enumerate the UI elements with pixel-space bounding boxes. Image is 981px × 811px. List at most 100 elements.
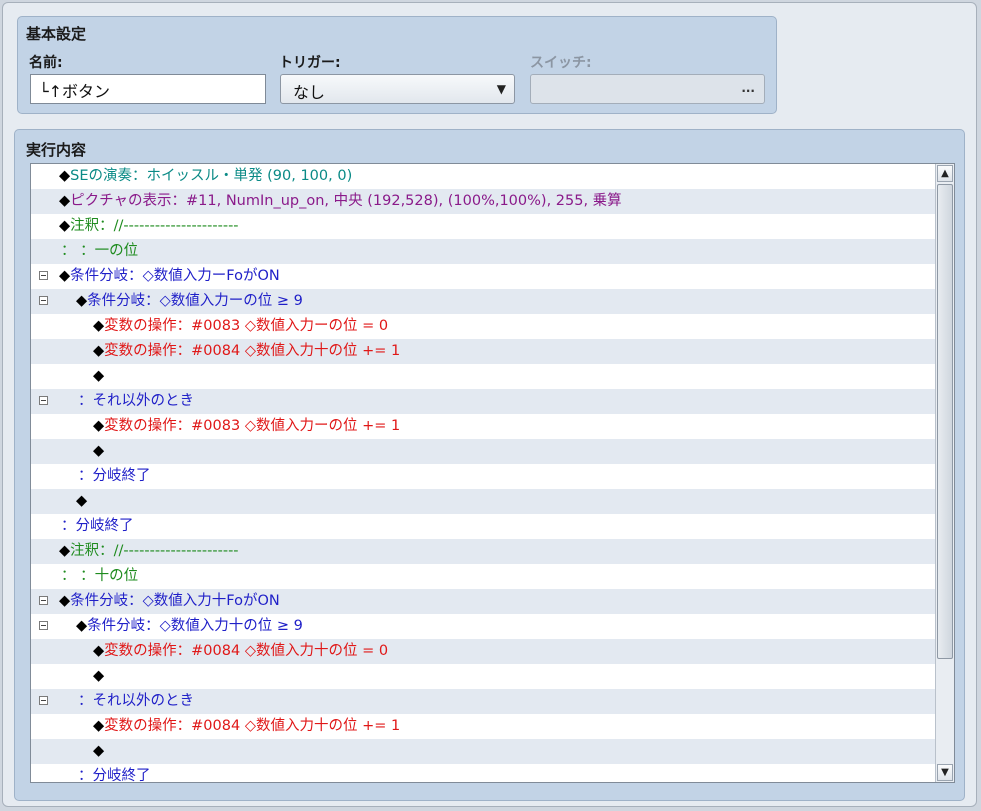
command-row[interactable]: ◆変数の操作：#0084 ◇数値入力十の位 += 1 bbox=[31, 714, 935, 739]
command-segment: 変数の操作：#0084 ◇数値入力十の位 += 1 bbox=[104, 718, 401, 734]
command-segment: ：分岐終了 bbox=[61, 518, 134, 534]
command-row[interactable]: ： ：十の位 bbox=[31, 564, 935, 589]
command-row[interactable]: ◆ bbox=[31, 439, 935, 464]
command-bullet-icon: ◆ bbox=[59, 218, 71, 234]
collapse-toggle-icon[interactable] bbox=[39, 271, 48, 280]
command-segment: ： ：十の位 bbox=[61, 568, 139, 584]
command-row[interactable]: ：それ以外のとき bbox=[31, 689, 935, 714]
command-text: ：それ以外のとき bbox=[78, 389, 194, 414]
command-bullet-icon: ◆ bbox=[93, 318, 105, 334]
command-text: ◆注釈：//---------------------- bbox=[59, 214, 239, 239]
collapse-toggle-icon[interactable] bbox=[39, 596, 48, 605]
command-segment: SEの演奏：ホイッスル・単発 (90, 100, 0) bbox=[70, 168, 353, 184]
vertical-scrollbar[interactable]: ▲ ▼ bbox=[935, 164, 954, 782]
command-row[interactable]: ◆条件分岐：◇数値入力ーの位 ≥ 9 bbox=[31, 289, 935, 314]
command-text: ◆変数の操作：#0083 ◇数値入力ーの位 = 0 bbox=[93, 314, 388, 339]
collapse-toggle-icon[interactable] bbox=[39, 396, 48, 405]
trigger-label: トリガー: bbox=[279, 55, 341, 71]
command-text: ◆ bbox=[93, 664, 104, 689]
command-row[interactable]: ： ：一の位 bbox=[31, 239, 935, 264]
command-row[interactable]: ◆条件分岐：◇数値入力十の位 ≥ 9 bbox=[31, 614, 935, 639]
collapse-toggle-icon[interactable] bbox=[39, 296, 48, 305]
switch-selector[interactable]: ... bbox=[530, 74, 765, 104]
scroll-up-icon[interactable]: ▲ bbox=[937, 165, 953, 182]
command-row[interactable]: ◆注釈：//---------------------- bbox=[31, 539, 935, 564]
command-text: ◆SEの演奏：ホイッスル・単発 (90, 100, 0) bbox=[59, 164, 352, 189]
command-segment: ： ：一の位 bbox=[61, 243, 139, 259]
command-row[interactable]: ◆変数の操作：#0084 ◇数値入力十の位 += 1 bbox=[31, 339, 935, 364]
command-text: ◆ bbox=[76, 489, 87, 514]
command-text: ◆条件分岐：◇数値入力ーFoがON bbox=[59, 264, 280, 289]
switch-label: スイッチ: bbox=[530, 55, 592, 71]
command-text: ◆ bbox=[93, 739, 104, 764]
command-segment: 変数の操作：#0083 ◇数値入力ーの位 = 0 bbox=[104, 318, 389, 334]
event-editor-panel: 基本設定 名前: └↑ボタン トリガー: なし ▼ スイッチ: ... 実行内容… bbox=[2, 2, 977, 807]
command-text: ◆変数の操作：#0083 ◇数値入力ーの位 += 1 bbox=[93, 414, 400, 439]
command-segment: 条件分岐：◇数値入力ーFoがON bbox=[70, 268, 280, 284]
command-row[interactable]: ◆注釈：//---------------------- bbox=[31, 214, 935, 239]
command-text: ◆変数の操作：#0084 ◇数値入力十の位 += 1 bbox=[93, 714, 400, 739]
command-segment: 注釈：//---------------------- bbox=[70, 543, 239, 559]
command-segment: 変数の操作：#0083 ◇数値入力ーの位 += 1 bbox=[104, 418, 401, 434]
command-row[interactable]: ◆ピクチャの表示：#11, NumIn_up_on, 中央 (192,528),… bbox=[31, 189, 935, 214]
command-bullet-icon: ◆ bbox=[59, 593, 71, 609]
command-text: ◆条件分岐：◇数値入力十の位 ≥ 9 bbox=[76, 614, 303, 639]
command-row[interactable]: ◆条件分岐：◇数値入力ーFoがON bbox=[31, 264, 935, 289]
command-bullet-icon: ◆ bbox=[93, 368, 105, 384]
command-bullet-icon: ◆ bbox=[93, 643, 105, 659]
command-segment: 注釈：//---------------------- bbox=[70, 218, 239, 234]
command-bullet-icon: ◆ bbox=[59, 168, 71, 184]
command-row[interactable]: ◆SEの演奏：ホイッスル・単発 (90, 100, 0) bbox=[31, 164, 935, 189]
basic-settings-title: 基本設定 bbox=[26, 25, 87, 43]
command-text: ： ：一の位 bbox=[61, 239, 138, 264]
collapse-toggle-icon[interactable] bbox=[39, 621, 48, 630]
command-row[interactable]: ◆ bbox=[31, 739, 935, 764]
name-label: 名前: bbox=[29, 55, 63, 71]
command-segment: 変数の操作：#0084 ◇数値入力十の位 = 0 bbox=[104, 643, 389, 659]
command-bullet-icon: ◆ bbox=[76, 293, 88, 309]
collapse-toggle-icon[interactable] bbox=[39, 696, 48, 705]
dropdown-arrow-icon: ▼ bbox=[496, 82, 506, 96]
basic-settings-group: 基本設定 名前: └↑ボタン トリガー: なし ▼ スイッチ: ... bbox=[17, 16, 777, 114]
command-text: ：それ以外のとき bbox=[78, 689, 194, 714]
command-bullet-icon: ◆ bbox=[93, 443, 105, 459]
scroll-down-icon[interactable]: ▼ bbox=[937, 764, 953, 781]
command-segment: ：分岐終了 bbox=[78, 468, 151, 484]
command-row[interactable]: ◆条件分岐：◇数値入力十FoがON bbox=[31, 589, 935, 614]
command-row[interactable]: ◆変数の操作：#0083 ◇数値入力ーの位 += 1 bbox=[31, 414, 935, 439]
command-bullet-icon: ◆ bbox=[93, 718, 105, 734]
command-segment: ピクチャの表示：#11, NumIn_up_on, 中央 (192,528), … bbox=[70, 193, 622, 209]
execution-content-title: 実行内容 bbox=[26, 141, 87, 159]
command-segment: ：それ以外のとき bbox=[78, 393, 194, 409]
command-bullet-icon: ◆ bbox=[59, 193, 71, 209]
command-row[interactable]: ◆ bbox=[31, 664, 935, 689]
command-segment: ：それ以外のとき bbox=[78, 693, 194, 709]
command-row[interactable]: ：分岐終了 bbox=[31, 514, 935, 539]
command-text: ◆注釈：//---------------------- bbox=[59, 539, 239, 564]
command-bullet-icon: ◆ bbox=[93, 418, 105, 434]
command-text: ◆ピクチャの表示：#11, NumIn_up_on, 中央 (192,528),… bbox=[59, 189, 622, 214]
command-rows: ◆SEの演奏：ホイッスル・単発 (90, 100, 0) ◆ピクチャの表示：#11… bbox=[31, 164, 935, 783]
command-segment: 条件分岐：◇数値入力十の位 ≥ 9 bbox=[87, 618, 303, 634]
trigger-select[interactable]: なし ▼ bbox=[280, 74, 515, 104]
command-segment: 変数の操作：#0084 ◇数値入力十の位 += 1 bbox=[104, 343, 401, 359]
command-row[interactable]: ◆変数の操作：#0083 ◇数値入力ーの位 = 0 bbox=[31, 314, 935, 339]
command-bullet-icon: ◆ bbox=[76, 618, 88, 634]
command-segment: 条件分岐：◇数値入力十FoがON bbox=[70, 593, 280, 609]
command-text: ◆ bbox=[93, 439, 104, 464]
switch-browse-button[interactable]: ... bbox=[741, 81, 755, 95]
command-row[interactable]: ◆ bbox=[31, 364, 935, 389]
command-text: ： ：十の位 bbox=[61, 564, 138, 589]
command-list[interactable]: ◆SEの演奏：ホイッスル・単発 (90, 100, 0) ◆ピクチャの表示：#11… bbox=[30, 163, 955, 783]
command-row[interactable]: ：それ以外のとき bbox=[31, 389, 935, 414]
command-text: ◆変数の操作：#0084 ◇数値入力十の位 = 0 bbox=[93, 639, 388, 664]
scroll-thumb[interactable] bbox=[937, 184, 953, 659]
name-input[interactable]: └↑ボタン bbox=[30, 74, 266, 104]
command-row[interactable]: ：分岐終了 bbox=[31, 764, 935, 783]
command-text: ◆変数の操作：#0084 ◇数値入力十の位 += 1 bbox=[93, 339, 400, 364]
command-row[interactable]: ◆変数の操作：#0084 ◇数値入力十の位 = 0 bbox=[31, 639, 935, 664]
command-row[interactable]: ◆ bbox=[31, 489, 935, 514]
command-text: ◆条件分岐：◇数値入力十FoがON bbox=[59, 589, 280, 614]
command-segment: ：分岐終了 bbox=[78, 768, 151, 783]
command-row[interactable]: ：分岐終了 bbox=[31, 464, 935, 489]
